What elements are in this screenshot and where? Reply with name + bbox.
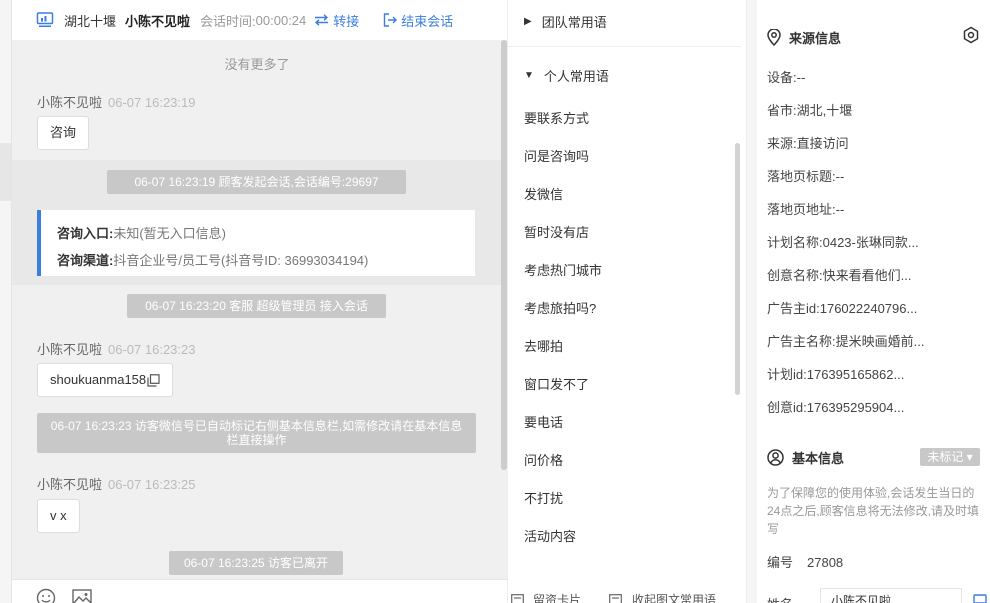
visitor-name: 小陈不见啦 (125, 13, 191, 29)
chat-panel: 湖北十堰 小陈不见啦 会话时间: 00:00:24 转接 结束会话 没有更多了 … (11, 0, 508, 603)
phrases-footer: 留资卡片 收起图文常用语 (508, 586, 748, 603)
consult-channel-row: 咨询渠道:抖音企业号/员工号(抖音号ID: 36993034194) (57, 247, 459, 274)
end-session-label: 结束会话 (401, 13, 454, 29)
system-message: 06-07 16:23:20 客服 超级管理员 接入会话 (127, 294, 386, 318)
app-root: 湖北十堰 小陈不见啦 会话时间: 00:00:24 转接 结束会话 没有更多了 … (0, 0, 990, 603)
team-phrases-group[interactable]: ▶ 团队常用语 (524, 12, 607, 31)
settings-icon[interactable] (962, 26, 980, 44)
message-meta: 小陈不见啦 06-07 16:23:19 (37, 92, 195, 111)
source-plan-name: 计划名称:0423-张琳同款... (767, 235, 919, 250)
id-row: 编号 27808 (767, 552, 843, 571)
phrase-item[interactable]: 发微信 (524, 184, 563, 203)
message-bubble[interactable]: shoukuanma158 (37, 363, 174, 397)
phrase-item[interactable]: 问是咨询吗 (524, 146, 589, 165)
consult-info-card: 咨询入口:未知(暂无入口信息) 咨询渠道:抖音企业号/员工号(抖音号ID: 36… (37, 210, 475, 276)
exit-icon (384, 13, 398, 27)
divider (508, 46, 741, 47)
source-landing-title: 落地页标题:-- (767, 169, 845, 184)
consult-entry-label: 咨询入口: (57, 226, 114, 241)
phrase-item[interactable]: 要联系方式 (524, 108, 589, 127)
personal-phrases-label: 个人常用语 (543, 69, 609, 84)
duration-label: 会话时间: (200, 13, 256, 29)
message-meta: 小陈不见啦 06-07 16:23:23 (37, 339, 195, 358)
consult-channel-value: 抖音企业号/员工号(抖音号ID: 36993034194) (113, 253, 369, 268)
caret-down-icon: ▼ (524, 70, 534, 81)
source-landing-url: 落地页地址:-- (767, 202, 845, 217)
phrases-scrollbar[interactable] (735, 143, 740, 395)
transfer-icon (315, 14, 329, 26)
image-icon[interactable] (72, 588, 92, 603)
message-bubble[interactable]: v x (37, 499, 80, 533)
phrase-item[interactable]: 去哪拍 (524, 336, 563, 355)
phrase-item[interactable]: 考虑热门城市 (524, 260, 602, 279)
phrase-item[interactable]: 考虑旅拍吗? (524, 298, 596, 317)
message-time: 06-07 16:23:23 (108, 342, 196, 357)
source-device: 设备:-- (767, 70, 806, 85)
system-message: 06-07 16:23:23 访客微信号已自动标记右侧基本信息栏,如需修改请在基… (37, 413, 476, 453)
chat-toolbar (12, 579, 508, 603)
location-pin-icon (767, 29, 781, 46)
name-field[interactable]: 小陈不见啦 (820, 588, 962, 603)
message-time: 06-07 16:23:25 (108, 477, 196, 492)
caret-right-icon: ▶ (524, 16, 532, 27)
message-text: shoukuanma158 (50, 372, 147, 387)
customer-info-panel: 来源信息 设备:-- 省市:湖北,十堰 来源:直接访问 落地页标题:-- 落地页… (747, 0, 990, 603)
system-message: 06-07 16:23:25 访客已离开 (169, 551, 343, 575)
source-plan-id: 计划id:176395165862... (767, 367, 905, 382)
phrase-item[interactable]: 问价格 (524, 450, 563, 469)
source-creative-name: 创意名称:快来看看他们... (767, 268, 912, 283)
edit-hint: 为了保障您的使用体验,会话发生当日的24点之后,顾客信息将无法修改,请及时填写 (767, 486, 980, 536)
consult-channel-label: 咨询渠道: (57, 253, 114, 268)
source-advertiser-id: 广告主id:176022240796... (767, 301, 918, 316)
id-value: 27808 (807, 555, 844, 570)
team-phrases-label: 团队常用语 (541, 15, 607, 30)
emoji-icon[interactable] (36, 588, 56, 603)
end-session-button[interactable]: 结束会话 (383, 11, 453, 30)
message-time: 06-07 16:23:19 (108, 95, 196, 110)
duration-value: 00:00:24 (255, 12, 307, 28)
basic-info-title: 基本信息 (792, 451, 845, 466)
left-edge (0, 0, 11, 603)
basic-info-header: 基本信息 (767, 448, 844, 467)
transfer-label: 转接 (333, 13, 360, 29)
source-channel: 来源:直接访问 (767, 136, 849, 151)
monitor-icon (36, 12, 54, 27)
phrase-item[interactable]: 暂时没有店 (524, 222, 589, 241)
lead-card-button[interactable]: 留资卡片 (533, 591, 581, 603)
no-more-text: 没有更多了 (224, 57, 290, 72)
visitor-location: 湖北十堰 (64, 13, 117, 29)
copy-icon[interactable] (147, 374, 160, 387)
consult-entry-value: 未知(暂无入口信息) (113, 226, 227, 241)
source-creative-id: 创意id:176395295904... (767, 400, 905, 415)
chat-messages[interactable]: 没有更多了 小陈不见啦 06-07 16:23:19 咨询 06-07 16:23… (12, 40, 508, 579)
user-circle-icon (767, 449, 784, 466)
phrase-item[interactable]: 要电话 (524, 412, 563, 431)
phrase-item[interactable]: 活动内容 (524, 526, 576, 545)
card-icon (511, 594, 524, 603)
system-message: 06-07 16:23:19 顾客发起会话,会话编号:29697 (107, 170, 406, 194)
sender-name: 小陈不见啦 (37, 95, 103, 110)
message-meta: 小陈不见啦 06-07 16:23:25 (37, 474, 195, 493)
source-province-city: 省市:湖北,十堰 (767, 103, 853, 118)
personal-phrases-group[interactable]: ▼ 个人常用语 (524, 66, 609, 85)
source-info-header: 来源信息 (767, 28, 841, 47)
id-label: 编号 (767, 555, 794, 570)
collapse-icon (609, 594, 622, 603)
transfer-button[interactable]: 转接 (314, 11, 359, 30)
sender-name: 小陈不见啦 (37, 342, 103, 357)
tag-dropdown[interactable]: 未标记 ▾ (920, 448, 980, 466)
collapse-handle[interactable] (0, 143, 11, 201)
phrase-item[interactable]: 不打扰 (524, 488, 563, 507)
quick-phrases-panel: ▶ 团队常用语 ▼ 个人常用语 要联系方式 问是咨询吗 发微信 暂时没有店 考虑… (507, 0, 747, 603)
edit-icon[interactable] (973, 594, 987, 603)
chat-header: 湖北十堰 小陈不见啦 会话时间: 00:00:24 转接 结束会话 (12, 0, 508, 40)
phrase-item[interactable]: 窗口发不了 (524, 374, 589, 393)
source-advertiser-name: 广告主名称:提米映画婚前... (767, 334, 925, 349)
message-bubble[interactable]: 咨询 (37, 116, 90, 150)
name-label: 姓名 (767, 594, 793, 603)
sender-name: 小陈不见啦 (37, 477, 103, 492)
collapse-phrases-button[interactable]: 收起图文常用语 (632, 591, 716, 603)
source-info-title: 来源信息 (789, 31, 842, 46)
consult-entry-row: 咨询入口:未知(暂无入口信息) (57, 220, 459, 247)
